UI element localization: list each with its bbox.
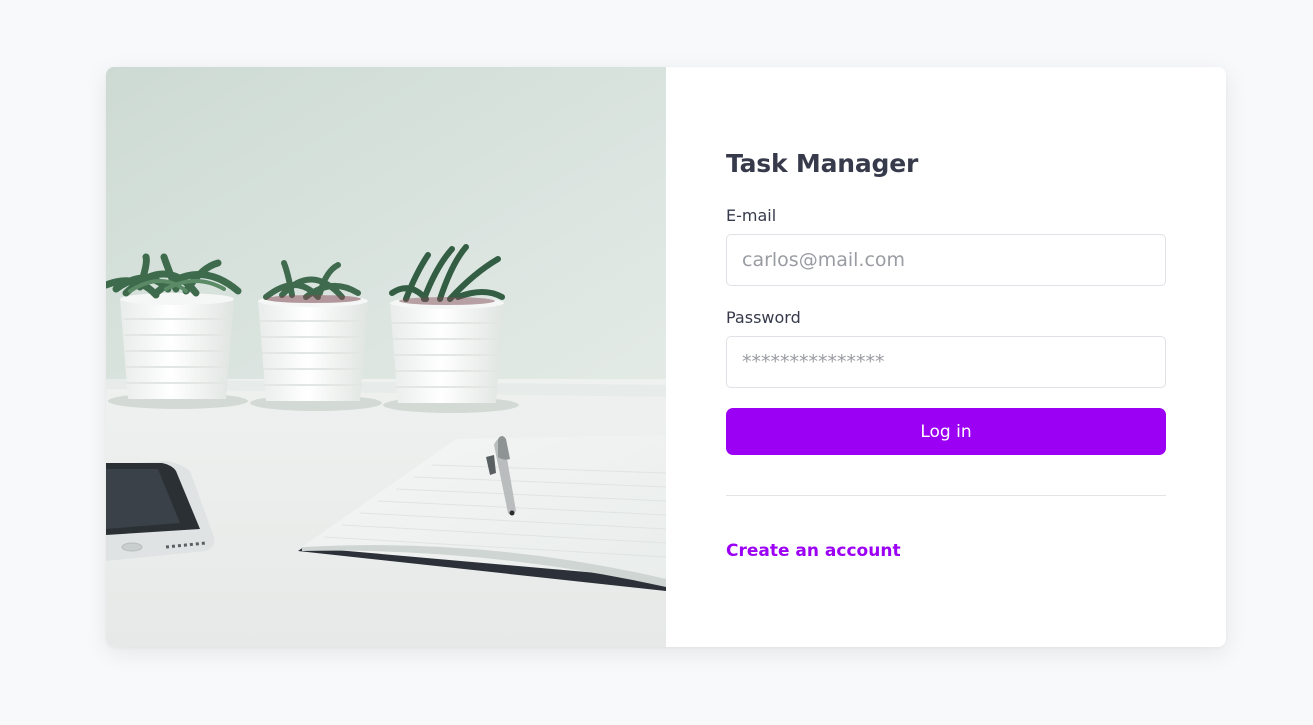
email-input[interactable] <box>726 234 1166 286</box>
login-card: Task Manager E-mail Password Log in Crea… <box>106 67 1226 647</box>
app-title: Task Manager <box>726 149 919 178</box>
desk-photo-image <box>106 67 666 647</box>
email-label: E-mail <box>726 206 777 225</box>
password-input[interactable] <box>726 336 1166 388</box>
create-account-link[interactable]: Create an account <box>726 541 901 561</box>
login-form-panel: Task Manager E-mail Password Log in Crea… <box>666 67 1226 647</box>
login-button[interactable]: Log in <box>726 408 1166 455</box>
form-divider <box>726 495 1166 496</box>
hero-photo <box>106 67 666 647</box>
password-label: Password <box>726 308 801 327</box>
